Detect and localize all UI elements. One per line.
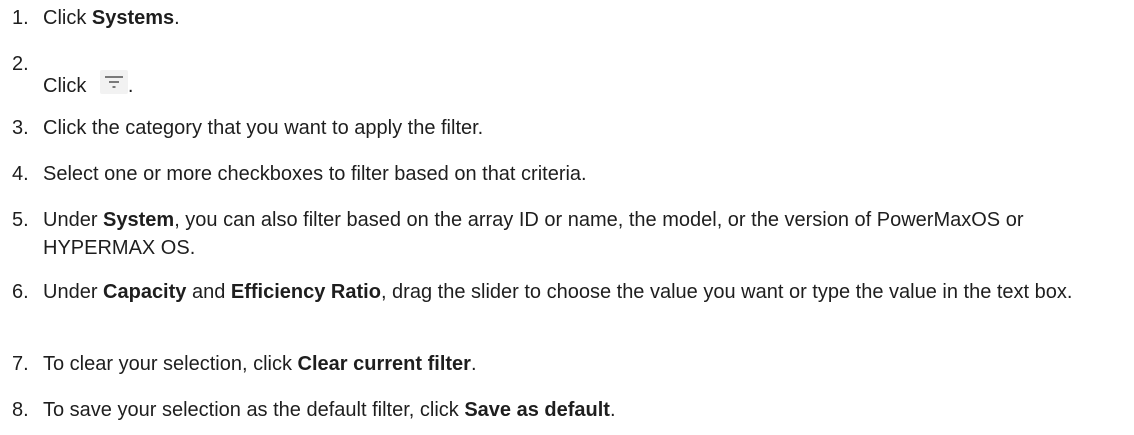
step-text: To save your selection as the default fi… — [43, 396, 1113, 424]
step-text: Click the category that you want to appl… — [43, 117, 484, 139]
step-text-part: and — [186, 281, 231, 303]
step-text: Under Capacity and Efficiency Ratio, dra… — [43, 278, 1113, 306]
step-number: 3. — [12, 117, 29, 139]
step-text-part: Under — [43, 209, 104, 231]
step-number: 2. — [12, 53, 29, 75]
step-text: Select one or more checkboxes to filter … — [43, 163, 587, 185]
step-number: 4. — [12, 163, 29, 185]
ui-term-system: System — [103, 209, 175, 231]
step-text-part: To clear your selection, click — [43, 353, 298, 375]
step-text-part: . — [174, 7, 180, 29]
ui-term-clear-current-filter: Clear current filter — [297, 353, 471, 375]
step-text-part: . — [470, 353, 477, 375]
step-text-part: To save your selection as the default fi… — [43, 399, 465, 421]
step-number: 8. — [12, 399, 29, 421]
ui-term-systems: Systems — [91, 7, 175, 29]
step-text-part: Click — [43, 75, 92, 97]
step-text: To clear your selection, click Clear cur… — [43, 350, 1113, 378]
step-number: 7. — [12, 353, 29, 375]
step-number: 1. — [12, 7, 29, 29]
step-text-part: , drag the slider to choose the value yo… — [380, 281, 1073, 303]
step-text-part: Under — [43, 281, 104, 303]
step-number: 5. — [12, 209, 29, 231]
step-text-part: . — [127, 75, 134, 97]
step-text-part: Click — [43, 7, 92, 29]
ui-term-capacity: Capacity — [103, 281, 187, 303]
step-text: Click . — [43, 70, 1113, 100]
ui-term-save-as-default: Save as default — [464, 399, 610, 421]
step-text: Under System, you can also filter based … — [43, 206, 1113, 262]
step-text: Click Systems. — [43, 4, 1113, 32]
filter-icon — [99, 70, 128, 94]
step-text-part: , you can also filter based on the array… — [43, 209, 1024, 259]
step-number: 6. — [12, 281, 29, 303]
ui-term-efficiency-ratio: Efficiency Ratio — [230, 281, 381, 303]
step-text-part: . — [609, 399, 616, 421]
